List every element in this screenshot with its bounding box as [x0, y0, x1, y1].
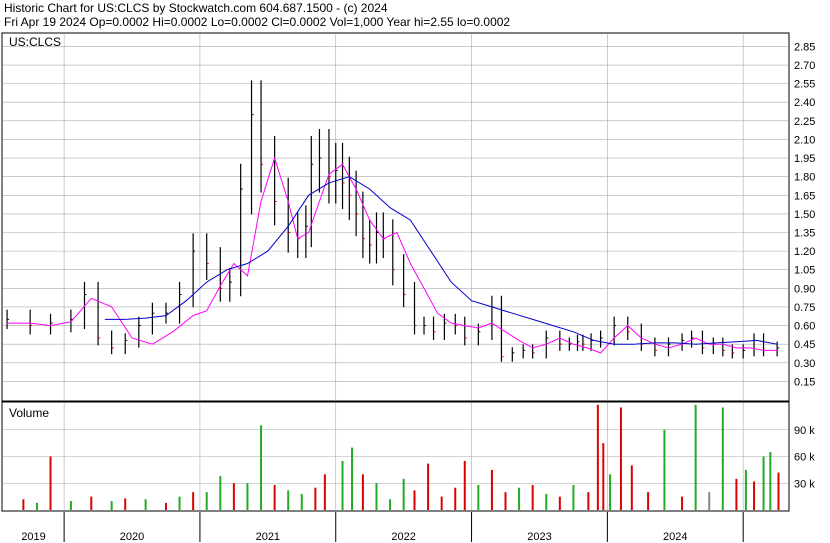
volume-bar — [531, 485, 534, 510]
price-tick-label: 0.45 — [794, 339, 815, 351]
volume-bar — [721, 407, 724, 510]
volume-bar — [178, 496, 181, 510]
volume-bar — [777, 472, 780, 510]
volume-bar — [596, 404, 599, 510]
volume-bar — [681, 496, 684, 510]
price-tick-label: 0.90 — [794, 283, 815, 295]
volume-bar — [753, 481, 756, 510]
volume-bar — [663, 429, 666, 510]
volume-bar — [504, 492, 507, 510]
volume-bar — [735, 478, 738, 510]
volume-tick-label: 60 k — [794, 452, 815, 464]
volume-bar — [90, 496, 93, 510]
volume-bar — [769, 452, 772, 510]
volume-bar — [587, 492, 590, 510]
moving-averages — [7, 156, 778, 354]
volume-bar — [694, 404, 697, 510]
grid-lines — [3, 34, 788, 510]
volume-tick-label: 90 k — [794, 425, 815, 437]
price-tick-label: 1.35 — [794, 228, 815, 240]
volume-bar — [389, 499, 392, 510]
volume-bar — [375, 483, 378, 510]
volume-bar — [246, 483, 249, 510]
year-label: 2023 — [527, 531, 551, 543]
price-tick-label: 2.70 — [794, 60, 815, 72]
price-tick-label: 2.10 — [794, 134, 815, 146]
volume-bar — [427, 463, 430, 510]
price-tick-label: 1.20 — [794, 246, 815, 258]
volume-bar — [361, 474, 364, 510]
price-tick-label: 1.95 — [794, 153, 815, 165]
volume-panel-title: Volume — [9, 406, 49, 420]
year-label: 2021 — [256, 531, 280, 543]
volume-bar — [287, 490, 290, 510]
year-label: 2019 — [21, 531, 45, 543]
price-tick-label: 2.85 — [794, 41, 815, 53]
volume-bar — [260, 425, 263, 510]
price-panel-title: US:CLCS — [9, 35, 61, 49]
volume-bar — [219, 476, 222, 510]
volume-bar — [69, 501, 72, 510]
volume-bar — [630, 465, 633, 510]
price-tick-label: 0.60 — [794, 321, 815, 333]
volume-bar — [708, 492, 711, 510]
time-axis: 2019 2020 2021 2022 2023 2024 — [21, 512, 744, 543]
volume-bar — [518, 487, 521, 510]
price-tick-label: 0.75 — [794, 302, 815, 314]
price-tick-label: 2.25 — [794, 116, 815, 128]
volume-bar — [110, 501, 113, 510]
volume-bar — [35, 502, 38, 510]
volume-bar — [273, 485, 276, 510]
volume-bar — [477, 485, 480, 510]
price-tick-label: 1.50 — [794, 209, 815, 221]
volume-bar — [490, 469, 493, 510]
price-tick-label: 0.30 — [794, 358, 815, 370]
volume-bar — [762, 456, 765, 510]
volume-bar — [647, 492, 650, 510]
year-label: 2022 — [391, 531, 415, 543]
volume-tick-label: 30 k — [794, 478, 815, 490]
volume-bar — [314, 487, 317, 510]
price-tick-label: 2.40 — [794, 97, 815, 109]
volume-bar — [205, 492, 208, 510]
price-panel-border — [1, 32, 790, 402]
volume-bar — [341, 460, 344, 510]
volume-bar — [192, 492, 195, 510]
volume-bar — [22, 499, 25, 510]
volume-bar — [49, 456, 52, 510]
volume-bar — [440, 496, 443, 510]
volume-bars — [22, 404, 780, 510]
volume-bar — [402, 478, 405, 510]
volume-bar — [232, 483, 235, 510]
price-tick-label: 1.80 — [794, 172, 815, 184]
volume-bar — [545, 493, 548, 510]
volume-bar — [164, 502, 167, 510]
volume-bar — [300, 493, 303, 510]
volume-bar — [609, 474, 612, 510]
price-tick-label: 2.55 — [794, 79, 815, 91]
volume-bar — [602, 443, 605, 510]
volume-axis: 90 k 60 k 30 k — [794, 425, 815, 491]
year-label: 2020 — [120, 531, 144, 543]
stock-chart: 2.85 2.70 2.55 2.40 2.25 2.10 1.95 1.80 1.65 1.50… — [1, 32, 815, 543]
short-moving-average-line — [7, 156, 778, 354]
price-tick-label: 1.05 — [794, 265, 815, 277]
volume-bar — [413, 490, 416, 510]
volume-bar — [144, 499, 147, 510]
volume-bar — [323, 474, 326, 510]
volume-bar — [351, 447, 354, 510]
volume-bar — [124, 498, 127, 510]
volume-bar — [558, 496, 561, 510]
year-label: 2024 — [663, 531, 687, 543]
volume-bar — [572, 485, 575, 510]
volume-bar — [463, 460, 466, 510]
price-tick-label: 1.65 — [794, 190, 815, 202]
long-moving-average-line — [104, 176, 778, 345]
volume-bar — [744, 469, 747, 510]
volume-bar — [619, 407, 622, 510]
volume-bar — [454, 487, 457, 510]
price-tick-label: 0.15 — [794, 376, 815, 388]
price-axis: 2.85 2.70 2.55 2.40 2.25 2.10 1.95 1.80 1.65 1.50… — [794, 41, 815, 388]
